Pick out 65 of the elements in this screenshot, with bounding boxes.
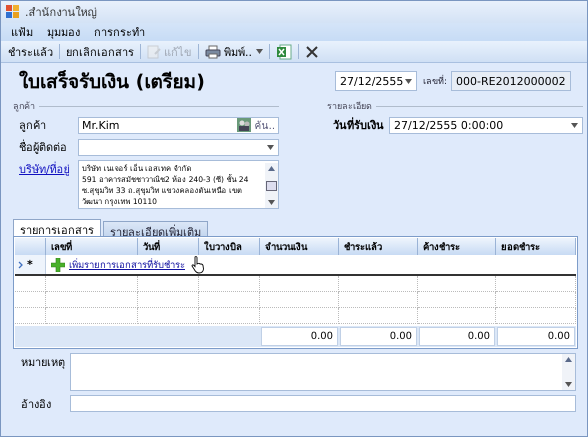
toolbar-button[interactable]: ชำระแล้ว bbox=[5, 42, 56, 60]
window-title: .สำนักงานใหญ่ bbox=[25, 5, 96, 21]
field-label: วันที่รับเงิน bbox=[333, 116, 385, 134]
field-label: อ้างอิง bbox=[20, 397, 52, 413]
menu-item[interactable]: การกระทำ bbox=[88, 23, 151, 41]
column-header[interactable]: จำนวนเงิน bbox=[260, 238, 339, 255]
section-label: รายละเอียด bbox=[327, 100, 372, 113]
add-document-link[interactable]: เพิ่มรายการเอกสารที่รับชำระ bbox=[69, 257, 185, 272]
table-cell bbox=[199, 308, 260, 324]
row-header[interactable]: * bbox=[15, 255, 46, 274]
menu-item[interactable]: มุมมอง bbox=[41, 23, 86, 41]
close-icon bbox=[305, 44, 319, 58]
printer-icon bbox=[205, 44, 221, 58]
reference-field[interactable] bbox=[70, 395, 576, 412]
doc-number-label: เลขที่: bbox=[423, 74, 448, 88]
doc-number-field[interactable]: 000-RE2012000002 bbox=[451, 71, 572, 91]
table-cell bbox=[199, 276, 260, 292]
customer-field[interactable]: Mr.Kim ค้น.. bbox=[78, 116, 279, 134]
caret-icon[interactable] bbox=[267, 144, 274, 150]
caret-icon[interactable] bbox=[571, 122, 578, 128]
document-icon bbox=[147, 44, 161, 58]
column-header[interactable]: วันที่ bbox=[138, 238, 199, 255]
remarks-field[interactable] bbox=[70, 353, 576, 391]
total-cell: 0.00 bbox=[419, 327, 495, 346]
scroll-down-icon[interactable] bbox=[565, 382, 572, 387]
receive-date-dropdown[interactable]: 27/12/2555 0:00:00 bbox=[389, 116, 583, 134]
address-link[interactable]: บริษัท/ที่อยู่ bbox=[19, 160, 78, 178]
field-label: หมายเหตุ bbox=[20, 355, 66, 371]
field-label: ชื่อผู้ติดต่อ bbox=[19, 138, 68, 156]
toolbar-button[interactable]: ยกเลิกเอกสาร bbox=[63, 42, 137, 60]
scroll-down-icon[interactable] bbox=[268, 200, 275, 205]
app-icon bbox=[6, 5, 20, 19]
tab[interactable]: รายการเอกสาร bbox=[13, 219, 101, 236]
print-button[interactable]: พิมพ์.. bbox=[202, 42, 266, 60]
tab[interactable]: รายละเอียดเพิ่มเติม bbox=[103, 221, 208, 236]
total-cell: 0.00 bbox=[340, 327, 417, 346]
column-header[interactable]: เลขที่ bbox=[46, 238, 138, 255]
table-cell bbox=[138, 308, 199, 324]
scroll-up-icon[interactable] bbox=[565, 357, 572, 362]
scroll-up-icon[interactable] bbox=[268, 166, 275, 171]
caret-icon[interactable] bbox=[256, 49, 263, 54]
total-cell: 0.00 bbox=[261, 327, 338, 346]
spreadsheet-icon bbox=[276, 44, 292, 60]
search-link[interactable]: ค้น.. bbox=[254, 118, 275, 132]
caret-icon[interactable] bbox=[405, 78, 412, 84]
form-title: ใบเสร็จรับเงิน (เตรียม) bbox=[19, 69, 206, 95]
people-icon bbox=[236, 118, 251, 132]
date-dropdown[interactable]: 27/12/2555 bbox=[335, 71, 417, 91]
table-cell bbox=[138, 276, 199, 292]
column-header[interactable]: ใบวางบิล bbox=[199, 238, 260, 255]
field-label: ลูกค้า bbox=[19, 118, 47, 134]
table-cell bbox=[138, 292, 199, 308]
scrollbar[interactable] bbox=[265, 163, 278, 208]
scrollbar[interactable] bbox=[562, 354, 575, 390]
chevron-icon bbox=[18, 260, 23, 268]
section-label: ลูกค้า bbox=[13, 100, 35, 113]
menu-item[interactable]: แฟ้ม bbox=[5, 23, 39, 41]
header-corner bbox=[15, 238, 46, 255]
hand-cursor-icon bbox=[191, 256, 205, 274]
table-cell bbox=[199, 292, 260, 308]
total-cell: 0.00 bbox=[497, 327, 575, 346]
plus-icon bbox=[51, 258, 65, 272]
column-header[interactable]: ชำระแล้ว bbox=[339, 238, 418, 255]
column-header[interactable]: ยอดชำระ bbox=[496, 238, 576, 255]
column-header[interactable]: ค้างชำระ bbox=[418, 238, 496, 255]
